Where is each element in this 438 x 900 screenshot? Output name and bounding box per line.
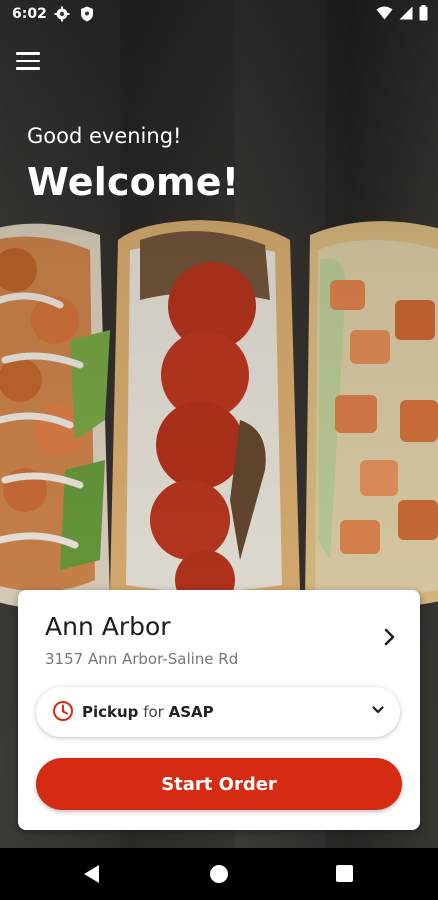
hamburger-menu-icon[interactable]: [16, 52, 40, 72]
gear-icon: [54, 6, 70, 22]
start-order-button[interactable]: Start Order: [36, 758, 402, 810]
shield-icon: [81, 6, 93, 22]
status-bar: 6:02: [0, 0, 438, 28]
signal-icon: [399, 6, 413, 20]
back-icon[interactable]: [83, 864, 101, 884]
welcome-title: Welcome!: [27, 160, 240, 204]
wifi-icon: [376, 6, 393, 20]
home-icon[interactable]: [210, 865, 228, 883]
store-address: 3157 Ann Arbor-Saline Rd: [45, 650, 239, 668]
order-mode-value: Pickup: [82, 703, 139, 721]
location-card: Ann Arbor 3157 Ann Arbor-Saline Rd Picku…: [18, 590, 420, 830]
clock-icon: [53, 701, 73, 721]
status-time: 6:02: [12, 6, 47, 22]
store-selector[interactable]: Ann Arbor 3157 Ann Arbor-Saline Rd: [18, 590, 420, 674]
recents-icon[interactable]: [336, 865, 353, 882]
order-time-value: ASAP: [168, 703, 214, 721]
battery-icon: [419, 5, 428, 21]
chevron-right-icon[interactable]: [384, 628, 396, 646]
order-mode-dropdown[interactable]: Pickup for ASAP: [36, 687, 400, 737]
store-name: Ann Arbor: [45, 612, 171, 641]
greeting-text: Good evening!: [27, 124, 182, 148]
system-nav-bar: [0, 848, 438, 900]
order-mode-text: Pickup for ASAP: [82, 703, 214, 721]
order-mode-connector: for: [143, 703, 164, 721]
chevron-down-icon: [372, 706, 384, 714]
